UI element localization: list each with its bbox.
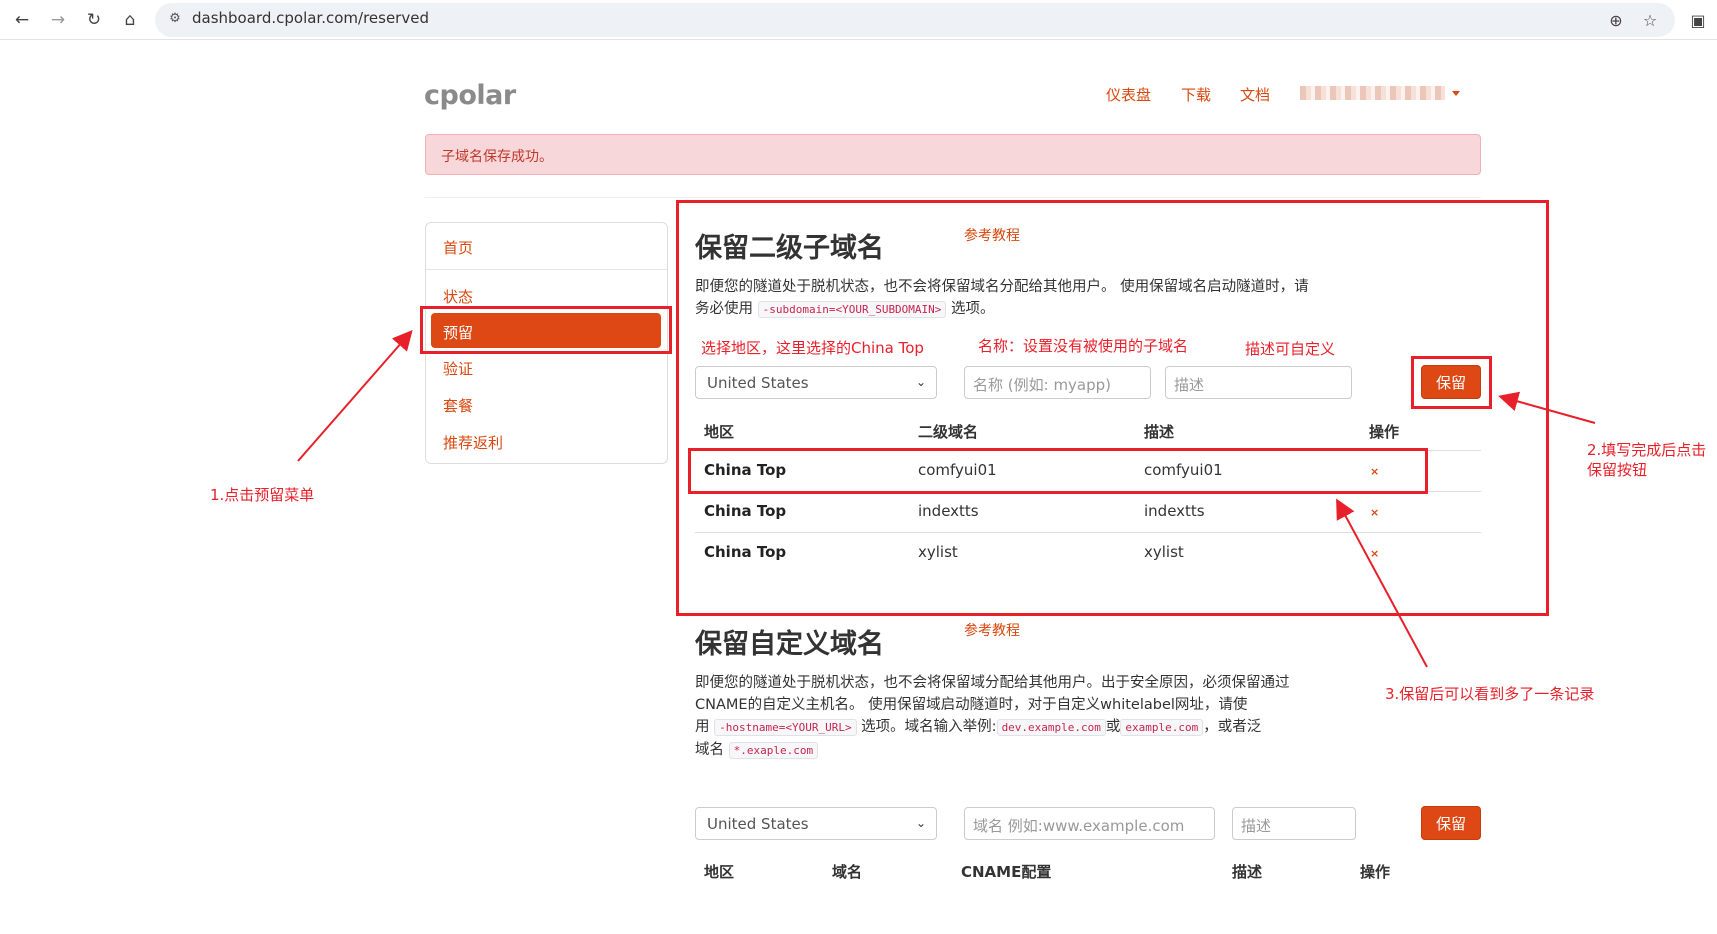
arrow-step3 bbox=[1336, 498, 1428, 668]
arrow-step1 bbox=[297, 329, 413, 462]
arrow-step2 bbox=[1498, 391, 1596, 424]
annotation-arrows bbox=[297, 329, 1596, 668]
